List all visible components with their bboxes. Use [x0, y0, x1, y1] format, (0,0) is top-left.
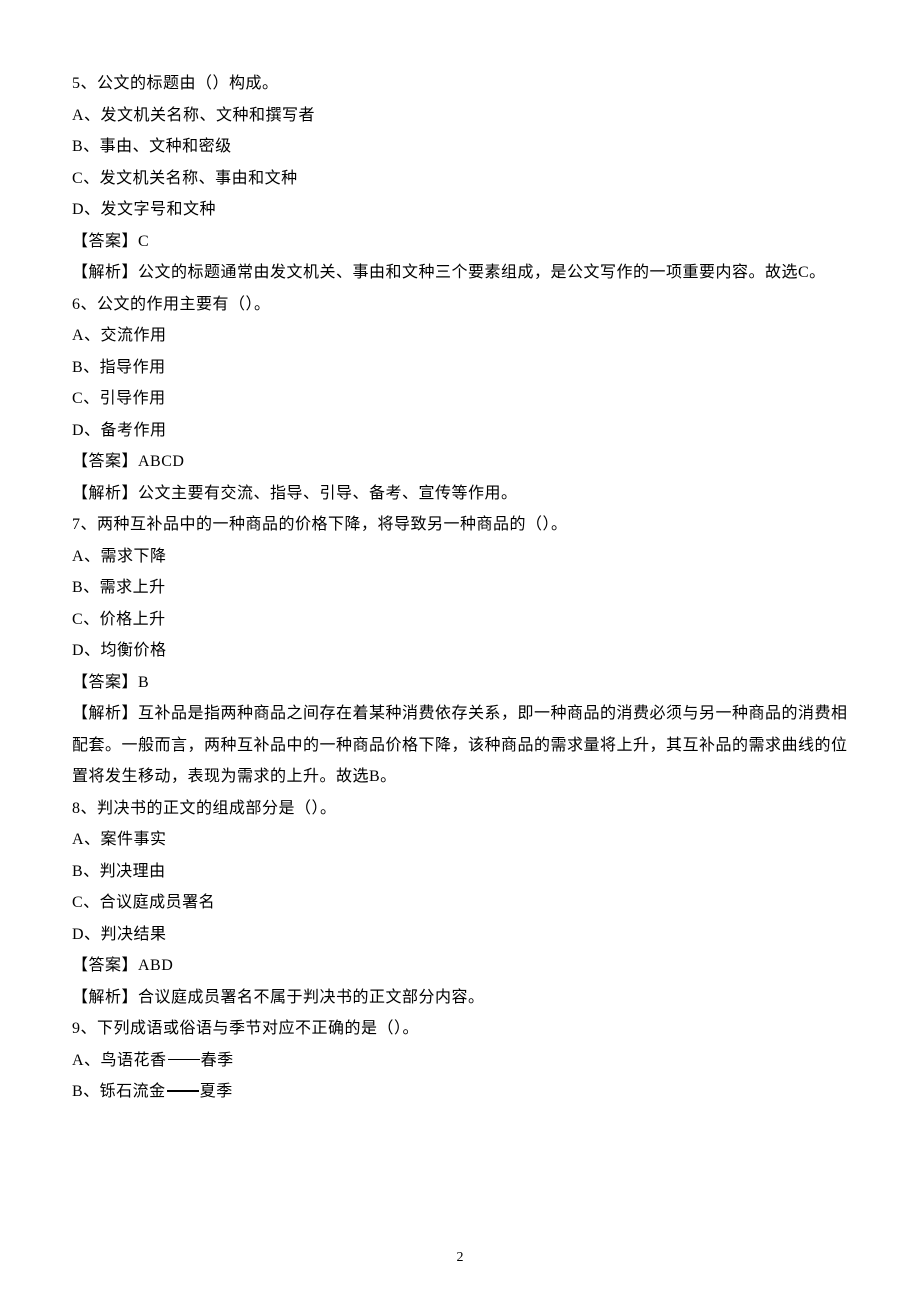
dash-icon: [168, 1059, 200, 1060]
option-a: A、发文机关名称、文种和撰写者: [72, 100, 848, 132]
option-c: C、合议庭成员署名: [72, 887, 848, 919]
option-b: B、指导作用: [72, 352, 848, 384]
question-stem: 6、公文的作用主要有（）。: [72, 289, 848, 321]
answer: 【答案】ABD: [72, 950, 848, 982]
option-b: B、铄石流金 夏季: [72, 1076, 848, 1108]
answer: 【答案】B: [72, 667, 848, 699]
document-page: 5、公文的标题由（）构成。 A、发文机关名称、文种和撰写者 B、事由、文种和密级…: [0, 0, 920, 1302]
option-a: A、需求下降: [72, 541, 848, 573]
option-d: D、发文字号和文种: [72, 194, 848, 226]
option-a: A、交流作用: [72, 320, 848, 352]
option-d: D、备考作用: [72, 415, 848, 447]
question-stem: 8、判决书的正文的组成部分是（）。: [72, 793, 848, 825]
option-b: B、需求上升: [72, 572, 848, 604]
answer: 【答案】C: [72, 226, 848, 258]
explanation: 【解析】公文的标题通常由发文机关、事由和文种三个要素组成，是公文写作的一项重要内…: [72, 257, 848, 289]
answer: 【答案】ABCD: [72, 446, 848, 478]
option-suffix: 夏季: [200, 1083, 233, 1100]
question-stem: 9、下列成语或俗语与季节对应不正确的是（）。: [72, 1013, 848, 1045]
question-stem: 5、公文的标题由（）构成。: [72, 68, 848, 100]
explanation: 【解析】公文主要有交流、指导、引导、备考、宣传等作用。: [72, 478, 848, 510]
option-b: B、判决理由: [72, 856, 848, 888]
option-c: C、引导作用: [72, 383, 848, 415]
option-d: D、判决结果: [72, 919, 848, 951]
option-suffix: 春季: [201, 1052, 234, 1069]
explanation: 【解析】互补品是指两种商品之间存在着某种消费依存关系，即一种商品的消费必须与另一…: [72, 698, 848, 793]
option-b: B、事由、文种和密级: [72, 131, 848, 163]
option-d: D、均衡价格: [72, 635, 848, 667]
option-a: A、鸟语花香 春季: [72, 1045, 848, 1077]
explanation: 【解析】合议庭成员署名不属于判决书的正文部分内容。: [72, 982, 848, 1014]
option-c: C、发文机关名称、事由和文种: [72, 163, 848, 195]
question-stem: 7、两种互补品中的一种商品的价格下降，将导致另一种商品的（）。: [72, 509, 848, 541]
option-prefix: A、鸟语花香: [72, 1052, 167, 1069]
option-a: A、案件事实: [72, 824, 848, 856]
page-number: 2: [0, 1250, 920, 1266]
option-c: C、价格上升: [72, 604, 848, 636]
option-prefix: B、铄石流金: [72, 1083, 166, 1100]
dash-icon: [167, 1090, 199, 1091]
